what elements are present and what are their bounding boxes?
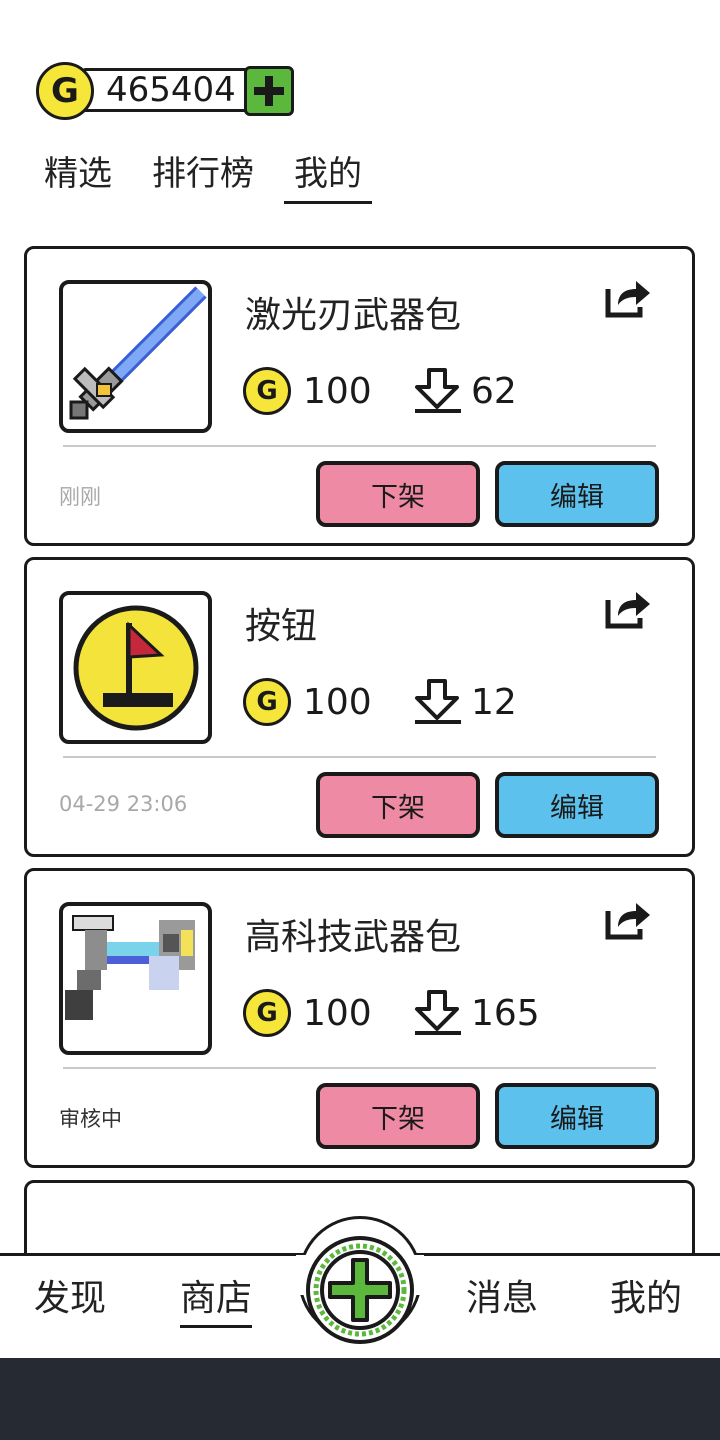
share-icon[interactable] (604, 897, 654, 941)
flag-button-icon (73, 605, 199, 731)
unlist-button[interactable]: 下架 (316, 461, 480, 527)
download-count: 165 (471, 992, 540, 1034)
tab-mine[interactable]: 我的 (284, 150, 372, 204)
coin-balance: 465404 (106, 70, 236, 110)
item-stats: G 100 12 (243, 678, 517, 726)
download-icon (415, 368, 461, 413)
tech-gun-icon (65, 915, 195, 1020)
nav-discover[interactable]: 发现 (34, 1276, 106, 1322)
coin-symbol: G (51, 71, 79, 111)
add-coins-button[interactable] (244, 66, 294, 116)
unlist-button[interactable]: 下架 (316, 1083, 480, 1149)
laser-sword-icon (69, 286, 207, 420)
create-button[interactable] (306, 1236, 414, 1344)
download-count: 62 (471, 370, 517, 412)
coin-symbol: G (256, 687, 278, 717)
item-thumbnail (59, 902, 212, 1055)
plus-icon (254, 76, 284, 106)
nav-profile[interactable]: 我的 (610, 1276, 682, 1322)
item-card[interactable]: 按钮 G 100 12 04-29 23:06 下架 编辑 (24, 557, 695, 857)
download-icon (415, 990, 461, 1035)
coin-icon: G (243, 678, 291, 726)
nav-store[interactable]: 商店 (180, 1276, 253, 1328)
nav-messages[interactable]: 消息 (466, 1276, 538, 1322)
system-navigation-bar (0, 1358, 720, 1440)
download-icon (415, 679, 461, 724)
edit-button[interactable]: 编辑 (495, 1083, 659, 1149)
item-card[interactable]: 高科技武器包 G 100 165 审核中 下架 编辑 (24, 868, 695, 1168)
coin-balance-bar: G 465404 (36, 62, 298, 120)
item-price: 100 (303, 681, 372, 723)
item-stats: G 100 62 (243, 367, 517, 415)
tab-ranking[interactable]: 排行榜 (152, 150, 254, 198)
item-title: 按钮 (245, 606, 318, 647)
item-card[interactable]: 激光刃武器包 G 100 62 刚刚 下架 编辑 (24, 246, 695, 546)
divider (63, 756, 656, 758)
coin-symbol: G (256, 376, 278, 406)
edit-button[interactable]: 编辑 (495, 772, 659, 838)
item-price: 100 (303, 992, 372, 1034)
coin-icon: G (243, 989, 291, 1037)
item-thumbnail (59, 280, 212, 433)
item-thumbnail (59, 591, 212, 744)
item-stats: G 100 165 (243, 989, 540, 1037)
download-count: 12 (471, 681, 517, 723)
store-tabs: 精选 排行榜 我的 (44, 150, 402, 204)
item-title: 高科技武器包 (245, 917, 462, 958)
bottom-nav: 发现 商店 消息 我的 (0, 1216, 720, 1358)
coin-icon: G (36, 62, 94, 120)
item-price: 100 (303, 370, 372, 412)
plus-icon (313, 1243, 407, 1337)
unlist-button[interactable]: 下架 (316, 772, 480, 838)
edit-button[interactable]: 编辑 (495, 461, 659, 527)
divider (63, 445, 656, 447)
coin-icon: G (243, 367, 291, 415)
item-status: 刚刚 (59, 485, 101, 509)
item-status: 04-29 23:06 (59, 792, 188, 816)
coin-symbol: G (256, 998, 278, 1028)
share-icon[interactable] (604, 275, 654, 319)
item-title: 激光刃武器包 (245, 295, 462, 336)
divider (63, 1067, 656, 1069)
item-status: 审核中 (59, 1107, 122, 1131)
share-icon[interactable] (604, 586, 654, 630)
tab-featured[interactable]: 精选 (44, 150, 112, 198)
